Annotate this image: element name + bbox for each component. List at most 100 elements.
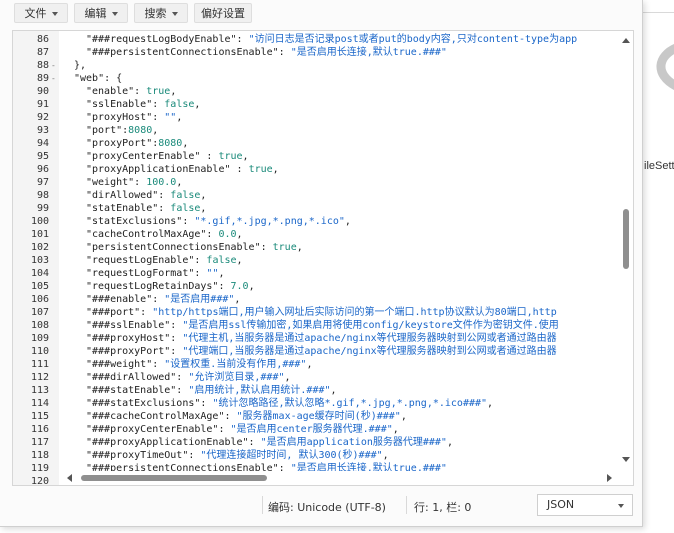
code-line[interactable]: 116 "###proxyCenterEnable": "是否启用center服务… <box>13 423 633 436</box>
code-line[interactable]: 96 "proxyApplicationEnable" : true, <box>13 163 633 176</box>
code-line[interactable]: 98 "dirAllowed": false, <box>13 189 633 202</box>
code-token: true <box>146 86 171 97</box>
code-token: "是否启用长连接,默认true.###" <box>290 47 447 58</box>
line-number: 92 <box>36 112 49 123</box>
code-line[interactable]: 93 "port":8080, <box>13 124 633 137</box>
code-text: "###statEnable": "启用统计,默认启用统计.###", <box>74 384 337 397</box>
code-line[interactable]: 105 "requestLogRetainDays": 7.0, <box>13 280 633 293</box>
file-menu-button[interactable]: 文件 <box>14 3 68 23</box>
code-line[interactable]: 89- "web": { <box>13 72 633 85</box>
code-text: "###dirAllowed": "允许浏览目录,###", <box>74 371 291 384</box>
editor-toolbar: 文件 编辑 搜索 偏好设置 <box>0 0 642 28</box>
code-line[interactable]: 101 "cacheControlMaxAge": 0.0, <box>13 228 633 241</box>
status-bar: 编码: Unicode (UTF-8) 行: 1, 栏: 0 JSON <box>0 490 642 522</box>
scroll-up-icon[interactable] <box>622 38 630 43</box>
background-divider <box>642 12 674 13</box>
code-line[interactable]: 111 "###weight": "设置权重.当前没有作用,###", <box>13 358 633 371</box>
code-token: , <box>344 216 351 227</box>
fold-toggle-icon[interactable]: - <box>51 72 56 85</box>
scroll-down-icon[interactable] <box>622 457 630 462</box>
code-token: 8080 <box>128 125 153 136</box>
code-line[interactable]: 107 "###port": "http/https端口,用户输入网址后实际访问的… <box>13 306 633 319</box>
code-token: "允许浏览目录,###" <box>188 372 285 383</box>
code-text: "requestLogEnable": false, <box>74 254 243 267</box>
code-token: "###requestLogBodyEnable": <box>86 34 249 45</box>
code-line[interactable]: 95 "proxyCenterEnable" : true, <box>13 150 633 163</box>
preferences-label: 偏好设置 <box>201 7 245 20</box>
line-number: 93 <box>36 125 49 136</box>
code-text: "dirAllowed": false, <box>74 189 206 202</box>
code-line[interactable]: 91 "sslEnable": false, <box>13 98 633 111</box>
code-token: "###proxyPort": <box>86 346 183 357</box>
code-text: "###enable": "是否启用###", <box>74 293 240 306</box>
preferences-button[interactable]: 偏好设置 <box>194 3 252 23</box>
code-token: , <box>487 398 494 409</box>
code-token: "statExclusions": <box>86 216 195 227</box>
code-token: 7.0 <box>230 281 249 292</box>
line-number: 101 <box>30 229 49 240</box>
code-token: "cacheControlMaxAge": <box>86 229 219 240</box>
code-text: "###persistentConnectionsEnable": "是否启用长… <box>74 46 447 59</box>
code-token: "服务器max-age缓存时间(秒)###" <box>236 411 401 422</box>
code-token: "###cacheControlMaxAge": <box>86 411 237 422</box>
vertical-scroll-thumb[interactable] <box>623 209 629 269</box>
search-menu-button[interactable]: 搜索 <box>134 3 188 23</box>
code-token: "proxyHost": <box>86 112 165 123</box>
code-text: "###requestLogBodyEnable": "访问日志是否记录post… <box>74 33 577 46</box>
code-token: false <box>170 190 201 201</box>
code-token: "" <box>206 268 219 279</box>
fold-toggle-icon[interactable]: - <box>51 59 56 72</box>
code-line[interactable]: 88-}, <box>13 59 633 72</box>
status-divider <box>262 496 263 514</box>
scroll-right-icon[interactable] <box>607 474 612 482</box>
code-line[interactable]: 100 "statExclusions": "*.gif,*.jpg,*.png,… <box>13 215 633 228</box>
code-token: "persistentConnectionsEnable": <box>86 242 273 253</box>
code-line[interactable]: 108 "###sslEnable": "是否启用ssl传输加密,如果启用将使用c… <box>13 319 633 332</box>
code-text: "###proxyTimeOut": "代理连接超时时间, 默认300(秒)##… <box>74 449 389 462</box>
code-token: "web": { <box>74 73 123 84</box>
background-window: ileSett <box>642 0 674 533</box>
code-token: , <box>152 125 159 136</box>
language-mode-select[interactable]: JSON <box>537 494 633 516</box>
vertical-scrollbar[interactable] <box>619 31 633 471</box>
code-editor[interactable]: 86 "###requestLogBodyEnable": "访问日志是否记录po… <box>12 30 634 486</box>
code-token: "enable": <box>86 86 147 97</box>
code-token: "###proxyCenterEnable": <box>86 424 231 435</box>
horizontal-scroll-thumb[interactable] <box>81 475 267 481</box>
code-line[interactable]: 97 "weight": 100.0, <box>13 176 633 189</box>
code-line[interactable]: 90 "enable": true, <box>13 85 633 98</box>
code-token: 100.0 <box>146 177 177 188</box>
code-line[interactable]: 117 "###proxyApplicationEnable": "是否启用app… <box>13 436 633 449</box>
code-text: "web": { <box>74 72 122 85</box>
code-line[interactable]: 92 "proxyHost": "", <box>13 111 633 124</box>
edit-menu-button[interactable]: 编辑 <box>74 3 128 23</box>
code-line[interactable]: 114 "###statExclusions": "统计忽略路径,默认忽略*.gi… <box>13 397 633 410</box>
code-text: "proxyHost": "", <box>74 111 182 124</box>
line-number: 105 <box>30 281 49 292</box>
code-line[interactable]: 115 "###cacheControlMaxAge": "服务器max-age缓… <box>13 410 633 423</box>
code-text: "###proxyPort": "代理端口,当服务器是通过apache/ngin… <box>74 345 557 358</box>
code-line[interactable]: 109 "###proxyHost": "代理主机,当服务器是通过apache/n… <box>13 332 633 345</box>
line-number: 102 <box>30 242 49 253</box>
code-token: false <box>170 203 201 214</box>
code-line[interactable]: 104 "requestLogFormat": "", <box>13 267 633 280</box>
code-lines[interactable]: 86 "###requestLogBodyEnable": "访问日志是否记录po… <box>13 33 633 485</box>
code-line[interactable]: 106 "###enable": "是否启用###", <box>13 293 633 306</box>
text-editor-dialog: 文件 编辑 搜索 偏好设置 86 "###requestLogBodyEnable… <box>0 0 643 527</box>
horizontal-scrollbar[interactable] <box>59 471 633 485</box>
code-line[interactable]: 99 "statEnable": false, <box>13 202 633 215</box>
code-token: "是否启用center服务器代理.###" <box>230 424 393 435</box>
code-line[interactable]: 110 "###proxyPort": "代理端口,当服务器是通过apache/n… <box>13 345 633 358</box>
code-line[interactable]: 113 "###statEnable": "启用统计,默认启用统计.###", <box>13 384 633 397</box>
code-line[interactable]: 102 "persistentConnectionsEnable": true, <box>13 241 633 254</box>
code-line[interactable]: 118 "###proxyTimeOut": "代理连接超时时间, 默认300(秒… <box>13 449 633 462</box>
code-line[interactable]: 103 "requestLogEnable": false, <box>13 254 633 267</box>
line-number: 113 <box>30 385 49 396</box>
code-line[interactable]: 87 "###persistentConnectionsEnable": "是否启… <box>13 46 633 59</box>
chevron-down-icon <box>51 12 58 16</box>
code-token: , <box>392 424 399 435</box>
code-line[interactable]: 112 "###dirAllowed": "允许浏览目录,###", <box>13 371 633 384</box>
code-line[interactable]: 86 "###requestLogBodyEnable": "访问日志是否记录po… <box>13 33 633 46</box>
scroll-left-icon[interactable] <box>67 474 72 482</box>
code-line[interactable]: 94 "proxyPort":8080, <box>13 137 633 150</box>
